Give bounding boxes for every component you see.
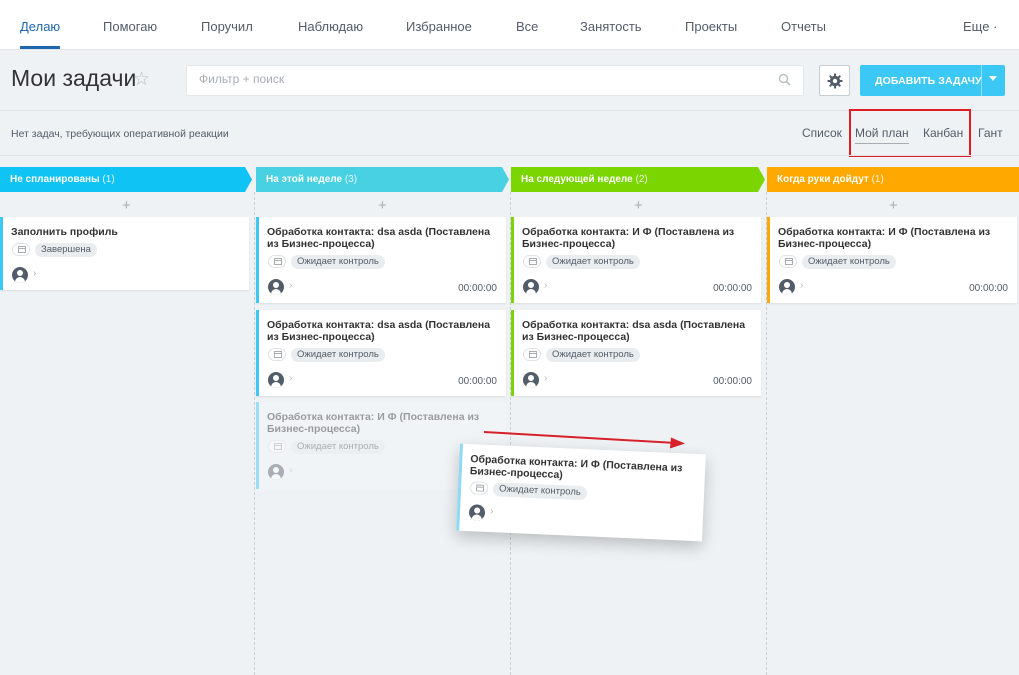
nav-more-menu[interactable]: Еще ·: [963, 19, 997, 34]
user-avatar-icon[interactable]: [523, 279, 539, 295]
task-card[interactable]: Заполнить профиль Завершена ›: [0, 217, 249, 290]
status-badge: Ожидает контроль: [291, 440, 385, 454]
column-header-this-week: На этой неделе (3): [256, 167, 509, 192]
task-title[interactable]: Обработка контакта: И Ф (Поставлена из Б…: [522, 226, 753, 250]
time-tracker: 00:00:00: [458, 376, 497, 387]
time-tracker: 00:00:00: [713, 283, 752, 294]
task-title[interactable]: Обработка контакта: dsa asda (Поставлена…: [267, 226, 498, 250]
user-avatar-icon[interactable]: [268, 279, 284, 295]
filter-search-input[interactable]: [199, 72, 759, 86]
nav-tab-favorites[interactable]: Избранное: [406, 19, 472, 34]
status-badge: Завершена: [35, 243, 97, 257]
time-tracker: 00:00:00: [458, 283, 497, 294]
task-card[interactable]: Обработка контакта: dsa asda (Поставлена…: [256, 310, 506, 396]
nav-tab-all[interactable]: Все: [516, 19, 538, 34]
view-tab-list[interactable]: Список: [802, 126, 842, 140]
active-tab-underline: [20, 46, 60, 49]
status-badge: Ожидает контроль: [492, 482, 588, 501]
chevron-down-icon[interactable]: [989, 76, 997, 81]
time-tracker: 00:00:00: [713, 376, 752, 387]
column-header-next-week: На следующей неделе (2): [511, 167, 765, 192]
toolbar-divider: [0, 155, 1019, 156]
nav-tab-watching[interactable]: Наблюдаю: [298, 19, 363, 34]
add-task-separator: [981, 65, 982, 96]
time-tracker: 00:00:00: [969, 283, 1008, 294]
status-badge: Ожидает контроль: [291, 348, 385, 362]
status-badge: Ожидает контроль: [291, 255, 385, 269]
favorite-star-icon[interactable]: ☆: [133, 68, 150, 91]
status-badge: Ожидает контроль: [546, 255, 640, 269]
task-card[interactable]: Обработка контакта: dsa asda (Поставлена…: [511, 310, 761, 396]
column-header-unplanned: Не спланированы (1): [0, 167, 252, 192]
chevron-right-icon[interactable]: ›: [800, 280, 803, 291]
chevron-right-icon[interactable]: ›: [289, 373, 292, 384]
chevron-right-icon[interactable]: ›: [33, 268, 36, 279]
column-title: Когда руки дойдут: [777, 174, 869, 185]
task-card[interactable]: Обработка контакта: И Ф (Поставлена из Б…: [767, 217, 1017, 303]
add-task-label: ДОБАВИТЬ ЗАДАЧУ: [875, 75, 982, 87]
settings-button[interactable]: [819, 65, 850, 96]
column-count: (3): [344, 174, 358, 185]
add-task-unplanned-button[interactable]: +: [122, 197, 131, 214]
nav-tab-assigned[interactable]: Поручил: [201, 19, 253, 34]
status-badge: Ожидает контроль: [546, 348, 640, 362]
chevron-right-icon: ›: [289, 465, 293, 476]
nav-tab-projects[interactable]: Проекты: [685, 19, 737, 34]
task-title[interactable]: Заполнить профиль: [11, 226, 241, 238]
task-card[interactable]: Обработка контакта: И Ф (Поставлена из Б…: [511, 217, 761, 303]
annotation-highlight-box: [849, 109, 971, 157]
user-avatar-icon[interactable]: [268, 372, 284, 388]
add-task-this-week-button[interactable]: +: [378, 197, 387, 214]
gear-icon: [827, 73, 843, 89]
task-title: Обработка контакта: И Ф (Поставлена из Б…: [267, 411, 480, 435]
deadline-calendar-icon: [268, 440, 286, 453]
chevron-right-icon[interactable]: ›: [490, 506, 494, 517]
user-avatar-icon[interactable]: [779, 279, 795, 295]
filter-search-box[interactable]: [186, 65, 804, 96]
task-card-dragging[interactable]: Обработка контакта: И Ф (Поставлена из Б…: [456, 443, 706, 542]
nav-tab-helping[interactable]: Помогаю: [103, 19, 157, 34]
deadline-calendar-icon[interactable]: [268, 255, 286, 268]
column-title: Не спланированы: [10, 174, 100, 185]
top-nav: Делаю Помогаю Поручил Наблюдаю Избранное…: [0, 0, 1019, 50]
task-card[interactable]: Обработка контакта: dsa asda (Поставлена…: [256, 217, 506, 303]
deadline-calendar-icon[interactable]: [523, 255, 541, 268]
urgent-tasks-notice: Нет задач, требующих оперативной реакции: [11, 128, 229, 140]
drag-direction-arrow-icon: [483, 431, 685, 449]
add-task-someday-button[interactable]: +: [889, 197, 898, 214]
column-count: (2): [635, 174, 648, 185]
chevron-right-icon[interactable]: ›: [544, 280, 547, 291]
chevron-right-icon[interactable]: ›: [289, 280, 292, 291]
add-task-next-week-button[interactable]: +: [634, 197, 643, 214]
nav-tab-reports[interactable]: Отчеты: [781, 19, 826, 34]
deadline-calendar-icon[interactable]: [12, 243, 30, 256]
deadline-calendar-icon[interactable]: [469, 481, 489, 495]
deadline-calendar-icon[interactable]: [268, 348, 286, 361]
column-count: (1): [871, 174, 884, 185]
task-title[interactable]: Обработка контакта: dsa asda (Поставлена…: [522, 319, 753, 343]
search-icon[interactable]: [778, 73, 791, 91]
column-count: (1): [102, 174, 115, 185]
chevron-right-icon[interactable]: ›: [544, 373, 547, 384]
task-title[interactable]: Обработка контакта: dsa asda (Поставлена…: [267, 319, 498, 343]
column-header-someday: Когда руки дойдут (1): [767, 167, 1019, 192]
user-avatar-icon[interactable]: [523, 372, 539, 388]
user-avatar-icon: [268, 464, 284, 480]
page-title: Мои задачи: [11, 65, 137, 91]
add-task-button[interactable]: ДОБАВИТЬ ЗАДАЧУ: [860, 65, 1005, 96]
status-badge: Ожидает контроль: [802, 255, 896, 269]
nav-tab-doing[interactable]: Делаю: [20, 19, 60, 34]
user-avatar-icon[interactable]: [12, 267, 28, 283]
deadline-calendar-icon[interactable]: [523, 348, 541, 361]
deadline-calendar-icon[interactable]: [779, 255, 797, 268]
view-tab-gantt[interactable]: Гант: [978, 126, 1003, 140]
column-title: На этой неделе: [266, 174, 343, 185]
user-avatar-icon[interactable]: [468, 504, 486, 521]
nav-tab-employment[interactable]: Занятость: [580, 19, 642, 34]
task-title[interactable]: Обработка контакта: И Ф (Поставлена из Б…: [778, 226, 1009, 250]
column-title: На следующей неделе: [521, 174, 633, 185]
